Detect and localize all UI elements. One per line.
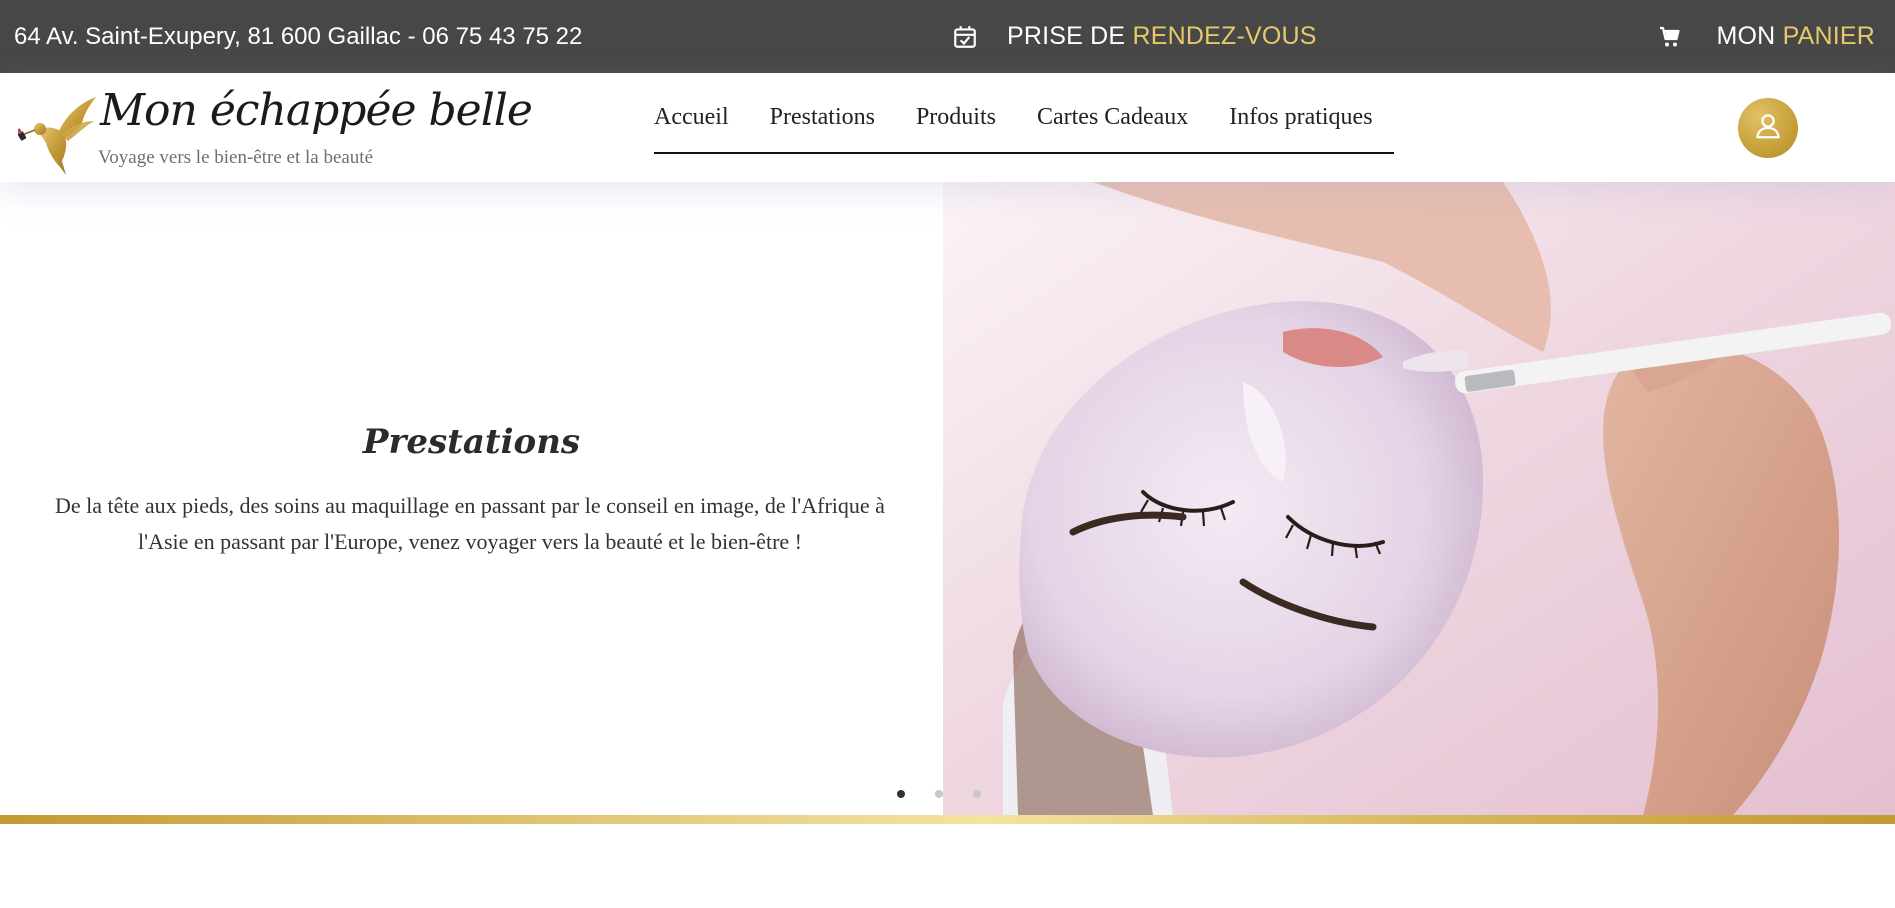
next-section [0, 824, 1895, 908]
cart-label-highlight: PANIER [1782, 22, 1875, 50]
cart-link[interactable]: MON PANIER [1658, 0, 1875, 73]
top-bar: 64 Av. Saint-Exupery, 81 600 Gaillac - 0… [0, 0, 1895, 73]
nav-item-infos-pratiques[interactable]: Infos pratiques [1229, 104, 1372, 131]
hero-description: De la tête aux pieds, des soins au maqui… [55, 493, 885, 554]
nav-item-accueil[interactable]: Accueil [654, 104, 729, 131]
carousel-dot-3[interactable] [973, 790, 981, 798]
hero-photo-facial-mask [943, 182, 1895, 815]
booking-label-prefix: PRISE DE [1007, 22, 1126, 50]
main-nav: Accueil Prestations Produits Cartes Cade… [654, 73, 1414, 182]
nav-item-produits[interactable]: Produits [916, 104, 996, 131]
brand-tagline: Voyage vers le bien-être et la beauté [98, 147, 374, 168]
gold-divider [0, 815, 1895, 824]
booking-link[interactable]: PRISE DE RENDEZ-VOUS [952, 0, 1317, 73]
carousel-indicators [897, 790, 1011, 798]
hero-carousel: Prestations De la tête aux pieds, des so… [0, 182, 1895, 815]
nav-underline [654, 152, 1394, 154]
carousel-dot-2[interactable] [935, 790, 943, 798]
nav-item-cartes-cadeaux[interactable]: Cartes Cadeaux [1037, 104, 1188, 131]
contact-address: 64 Av. Saint-Exupery, 81 600 Gaillac - 0… [14, 23, 583, 50]
cart-label-prefix: MON [1716, 22, 1776, 50]
hummingbird-logo-icon [16, 95, 98, 177]
shopping-cart-icon [1658, 25, 1682, 49]
nav-item-prestations[interactable]: Prestations [770, 104, 875, 131]
brand-name: Mon échappée belle [100, 85, 533, 136]
booking-label-highlight: RENDEZ-VOUS [1132, 22, 1317, 50]
hero-text-panel: Prestations De la tête aux pieds, des so… [0, 182, 943, 815]
account-button[interactable] [1738, 98, 1798, 158]
site-header: Mon échappée belle Voyage vers le bien-ê… [0, 73, 1895, 182]
user-icon [1753, 111, 1783, 146]
site-logo[interactable]: Mon échappée belle Voyage vers le bien-ê… [16, 85, 533, 177]
hero-title: Prestations [362, 422, 581, 462]
calendar-check-icon [952, 24, 978, 50]
carousel-dot-1[interactable] [897, 790, 905, 798]
